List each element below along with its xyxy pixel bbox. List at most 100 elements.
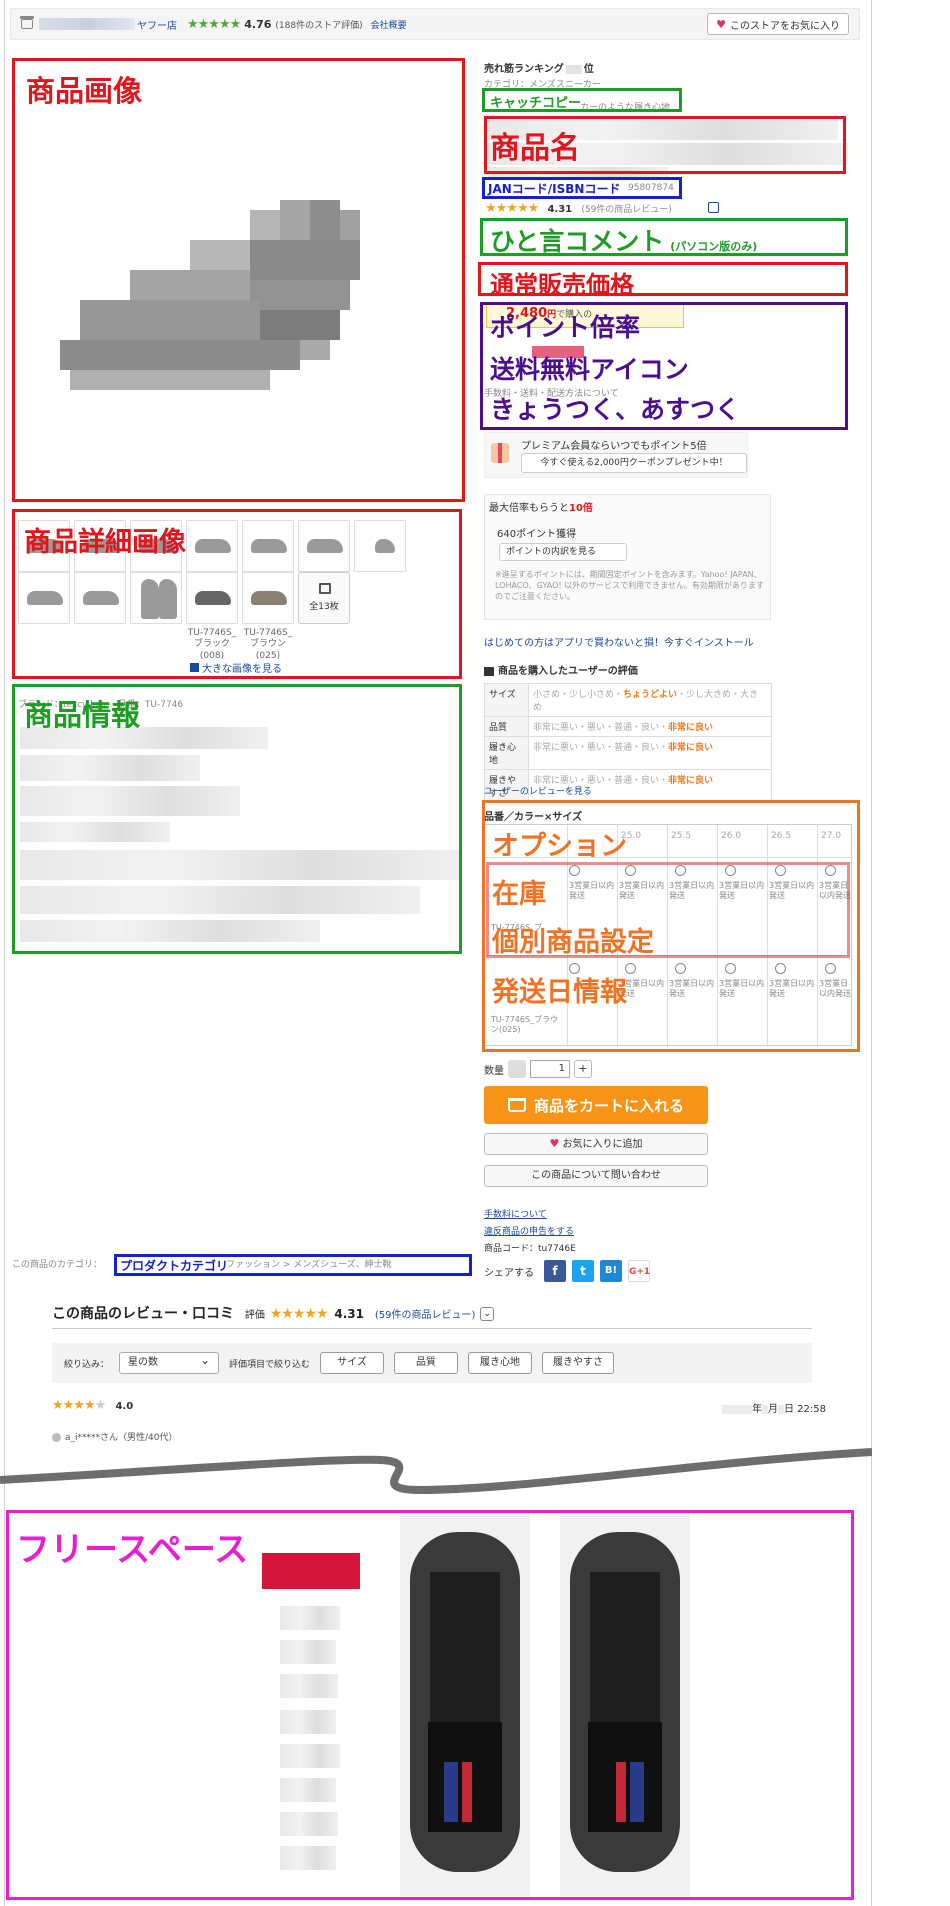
review-filter-bar: 絞り込み： 星の数 評価項目で絞り込む サイズ 品質 履き心地 履きやすさ bbox=[52, 1343, 812, 1383]
free-space-text-blur bbox=[280, 1640, 336, 1664]
review-stars: ★★★★★ bbox=[485, 201, 539, 216]
quantity-label: 数量 bbox=[484, 1065, 504, 1077]
ship-info: 3営業日以内発送 bbox=[719, 979, 765, 998]
annotation-product-image: 商品画像 bbox=[26, 74, 143, 108]
report-link[interactable]: 違反商品の申告をする bbox=[484, 1224, 574, 1237]
free-space-text-blur bbox=[280, 1606, 340, 1630]
option-radio[interactable] bbox=[775, 963, 786, 974]
product-main-image[interactable] bbox=[60, 190, 400, 410]
date-day: 日 22:58 bbox=[784, 1404, 826, 1415]
ranking-line: 売れ筋ランキング 位 bbox=[484, 60, 594, 75]
annotation-ship-date: 発送日情報 bbox=[492, 977, 627, 1008]
option-radio[interactable] bbox=[825, 963, 836, 974]
option-radio[interactable] bbox=[569, 865, 580, 876]
info-blur bbox=[20, 920, 320, 942]
coupon-button[interactable]: 今すぐ使える2,000円クーポンプレゼント中！ bbox=[521, 453, 747, 473]
option-radio[interactable] bbox=[725, 963, 736, 974]
thumbnail[interactable] bbox=[74, 572, 126, 624]
thumbnail[interactable] bbox=[186, 520, 238, 572]
facebook-icon[interactable]: f bbox=[544, 1260, 566, 1282]
ship-info: 3営業日以内発送 bbox=[769, 979, 815, 998]
ship-info: 3営業日以内発送 bbox=[719, 881, 765, 900]
eval-label: 履き心地 bbox=[484, 736, 529, 770]
edit-icon[interactable] bbox=[708, 202, 719, 213]
filter-label: 絞り込み： bbox=[64, 1359, 110, 1370]
store-name[interactable]: ヤフー店 bbox=[137, 17, 177, 32]
divider bbox=[52, 1328, 812, 1329]
annotation-free-space: フリースペース bbox=[16, 1530, 249, 1570]
filter-comfort-button[interactable]: 履き心地 bbox=[468, 1352, 533, 1374]
date-month: 月 bbox=[768, 1404, 778, 1415]
all-images-button[interactable]: 全13枚 bbox=[298, 572, 350, 624]
annotation-product-name: 商品名 bbox=[490, 131, 580, 166]
quantity-minus-button[interactable] bbox=[508, 1060, 526, 1078]
points-note: ※進呈するポイントには、期間固定ポイントを含みます。Yahoo! JAPAN、L… bbox=[495, 570, 764, 602]
review-summary[interactable]: ★★★★★ 4.31 (59件の商品レビュー) bbox=[485, 201, 672, 216]
thumbnail[interactable] bbox=[18, 572, 70, 624]
app-install-link[interactable]: はじめての方はアプリで買わないと損！今すぐインストール bbox=[484, 634, 754, 649]
option-title: 品番／カラー×サイズ bbox=[484, 812, 583, 823]
thumbnail[interactable] bbox=[130, 572, 182, 624]
point-panel: 最大倍率もらうと10倍 640ポイント獲得 ポイントの内訳を見る ※進呈するポイ… bbox=[484, 494, 771, 620]
chevron-down-icon[interactable]: ⌄ bbox=[480, 1307, 495, 1321]
annotation-point-rate: ポイント倍率 bbox=[490, 313, 641, 342]
option-radio[interactable] bbox=[675, 963, 686, 974]
annotation-product-info: 商品情報 bbox=[24, 698, 141, 732]
user-reviews-link[interactable]: ユーザーのレビューを見る bbox=[484, 784, 592, 797]
thumbnail-black[interactable] bbox=[186, 572, 238, 624]
ship-info: 3営業日以内発送 bbox=[769, 881, 815, 900]
filter-size-button[interactable]: サイズ bbox=[320, 1352, 385, 1374]
thumbnail[interactable] bbox=[298, 520, 350, 572]
option-radio[interactable] bbox=[675, 865, 686, 876]
free-space-shoe-image bbox=[400, 1512, 690, 1897]
filter-quality-button[interactable]: 品質 bbox=[394, 1352, 459, 1374]
filter-ease-button[interactable]: 履きやすさ bbox=[542, 1352, 615, 1374]
company-link[interactable]: 会社概要 bbox=[371, 18, 407, 31]
points: 640ポイント獲得 bbox=[497, 529, 577, 540]
hatena-icon[interactable]: B! bbox=[600, 1260, 622, 1282]
point-breakdown-button[interactable]: ポイントの内訳を見る bbox=[499, 543, 627, 561]
quantity-plus-button[interactable]: + bbox=[574, 1060, 592, 1078]
free-space-text-blur bbox=[280, 1812, 338, 1836]
option-radio[interactable] bbox=[775, 865, 786, 876]
twitter-icon[interactable]: t bbox=[572, 1260, 594, 1282]
option-radio[interactable] bbox=[825, 865, 836, 876]
filter-items-label: 評価項目で絞り込む bbox=[229, 1359, 311, 1370]
favorite-store-label: このストアをお気に入り bbox=[730, 20, 840, 32]
share-label: シェアする bbox=[484, 1267, 534, 1279]
add-to-cart-button[interactable]: 商品をカートに入れる bbox=[484, 1086, 708, 1124]
jan-code-digits: 95807874 bbox=[628, 183, 674, 193]
quantity-input[interactable]: 1 bbox=[530, 1060, 570, 1078]
category-path[interactable]: ファッション > メンズシューズ、紳士靴 bbox=[226, 1257, 392, 1270]
free-space-text-blur bbox=[280, 1744, 340, 1768]
max-rate-value: 10倍 bbox=[569, 503, 593, 514]
thumbnail-brown[interactable] bbox=[242, 572, 294, 624]
option-radio[interactable] bbox=[625, 865, 636, 876]
annotation-detail-images: 商品詳細画像 bbox=[24, 527, 186, 558]
option-radio[interactable] bbox=[725, 865, 736, 876]
ranking-label: 売れ筋ランキング bbox=[484, 64, 564, 75]
big-image-link[interactable]: 大きな画像を見る bbox=[190, 660, 282, 675]
add-favorite-button[interactable]: ♥ お気に入りに追加 bbox=[484, 1133, 708, 1155]
option-row-label: TU-7746S_ブラウン(025) bbox=[491, 1015, 559, 1034]
thumbnail[interactable] bbox=[242, 520, 294, 572]
inquiry-button[interactable]: この商品について問い合わせ bbox=[484, 1165, 708, 1187]
quantity-stepper: 数量 1 + bbox=[484, 1060, 592, 1078]
sort-select[interactable]: 星の数 bbox=[119, 1350, 220, 1374]
store-rating-count[interactable]: (188件のストア評価) bbox=[275, 18, 362, 31]
thumbnail[interactable] bbox=[354, 520, 406, 572]
review-count[interactable]: (59件の商品レビュー) bbox=[375, 1310, 476, 1321]
free-space-banner bbox=[262, 1553, 360, 1589]
fees-link[interactable]: 手数料について bbox=[484, 1207, 547, 1220]
heart-icon: ♥ bbox=[716, 17, 726, 31]
annotation-comment-text: ひと言コメント bbox=[490, 227, 665, 256]
google-plus-icon[interactable]: G+1 bbox=[628, 1260, 650, 1282]
favorite-store-button[interactable]: ♥ このストアをお気に入り bbox=[707, 13, 849, 35]
eval-label: 品質 bbox=[484, 716, 529, 737]
thumbnail-label: TU-7746S_ ブラウン (025) bbox=[243, 628, 293, 661]
eval-row: 履き心地 非常に悪い・悪い・普通・良い・非常に良い bbox=[484, 736, 772, 770]
user-eval-title: 商品を購入したユーザーの評価 bbox=[484, 662, 638, 677]
eval-scale: 非常に悪い・悪い・普通・良い・非常に良い bbox=[528, 716, 772, 737]
review-title: この商品のレビュー・口コミ bbox=[52, 1306, 234, 1322]
premium-panel: プレミアム会員ならいつでもポイント5倍 今すぐ使える2,000円クーポンプレゼン… bbox=[484, 432, 748, 478]
